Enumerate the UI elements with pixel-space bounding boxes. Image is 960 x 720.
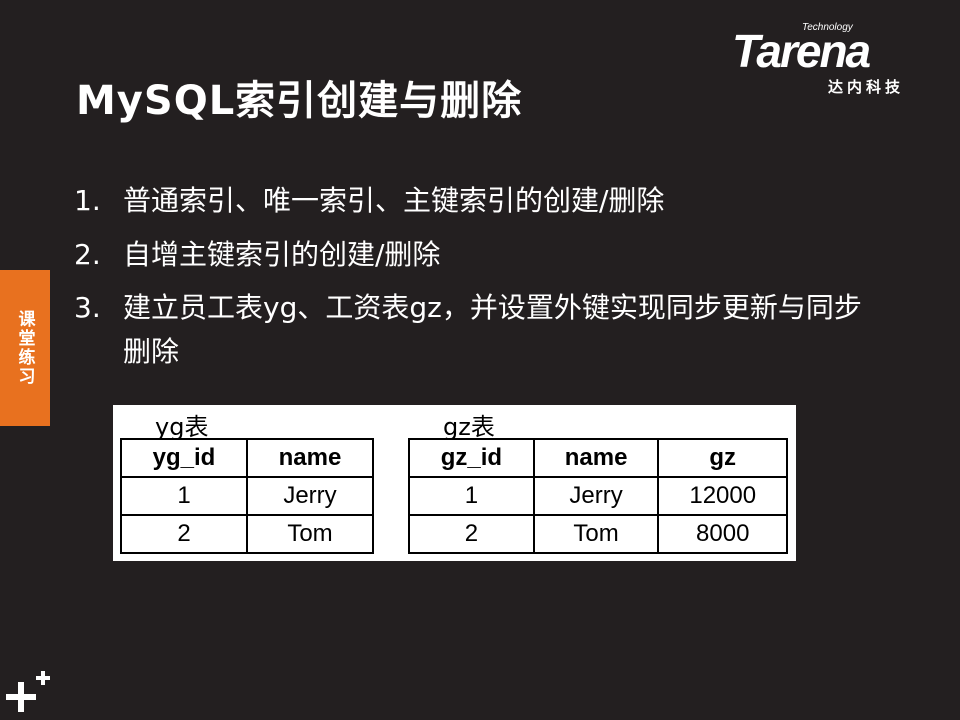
list-item: 1. 普通索引、唯一索引、主键索引的创建/删除	[74, 178, 874, 224]
table-header-row: yg_id name	[120, 438, 374, 478]
column-header: yg_id	[120, 438, 248, 478]
table-cell: 1	[408, 476, 535, 516]
table-cell: Tom	[246, 514, 374, 554]
list-text: 自增主键索引的创建/删除	[123, 238, 441, 271]
table-row: 2 Tom 8000	[408, 514, 788, 554]
gz-table: gz_id name gz 1 Jerry 12000 2 Tom 8000	[408, 438, 788, 554]
table-cell: Jerry	[246, 476, 374, 516]
exercise-list: 1. 普通索引、唯一索引、主键索引的创建/删除 2. 自增主键索引的创建/删除 …	[74, 178, 874, 382]
table-row: 1 Jerry 12000	[408, 476, 788, 516]
table-row: 1 Jerry	[120, 476, 374, 516]
table-cell: 2	[120, 514, 248, 554]
list-text: 普通索引、唯一索引、主键索引的创建/删除	[123, 184, 665, 217]
table-cell: 1	[120, 476, 248, 516]
list-text: 建立员工表yg、工资表gz，并设置外键实现同步更新与同步删除	[123, 291, 862, 368]
list-number: 1.	[74, 184, 101, 217]
logo-wordmark: Tarena	[732, 25, 871, 77]
column-header: name	[246, 438, 374, 478]
list-number: 2.	[74, 238, 101, 271]
table-header-row: gz_id name gz	[408, 438, 788, 478]
slide-title: MySQL索引创建与删除	[76, 78, 523, 124]
table-cell: Tom	[532, 514, 660, 554]
column-header: gz	[657, 438, 788, 478]
table-cell: 8000	[657, 514, 788, 554]
logo-chinese-name: 达内科技	[828, 78, 905, 96]
plus-icon	[6, 671, 50, 712]
table-cell: 12000	[657, 476, 788, 516]
side-tab-label: 课堂练习	[14, 310, 35, 386]
list-item: 3. 建立员工表yg、工资表gz，并设置外键实现同步更新与同步删除	[74, 286, 874, 374]
table-cell: Jerry	[532, 476, 660, 516]
list-number: 3.	[74, 291, 101, 324]
yg-table: yg_id name 1 Jerry 2 Tom	[120, 438, 374, 554]
yg-table-caption: yg表	[155, 413, 209, 441]
gz-table-caption: gz表	[443, 413, 495, 441]
tarena-logo: Technology Tarena 达内科技	[732, 22, 932, 102]
column-header: gz_id	[408, 438, 535, 478]
tables-image: yg表 yg_id name 1 Jerry 2 Tom gz表 gz_id n…	[113, 405, 796, 561]
table-cell: 2	[408, 514, 535, 554]
table-row: 2 Tom	[120, 514, 374, 554]
side-tab: 课堂练习	[0, 270, 50, 426]
column-header: name	[532, 438, 660, 478]
list-item: 2. 自增主键索引的创建/删除	[74, 232, 874, 278]
